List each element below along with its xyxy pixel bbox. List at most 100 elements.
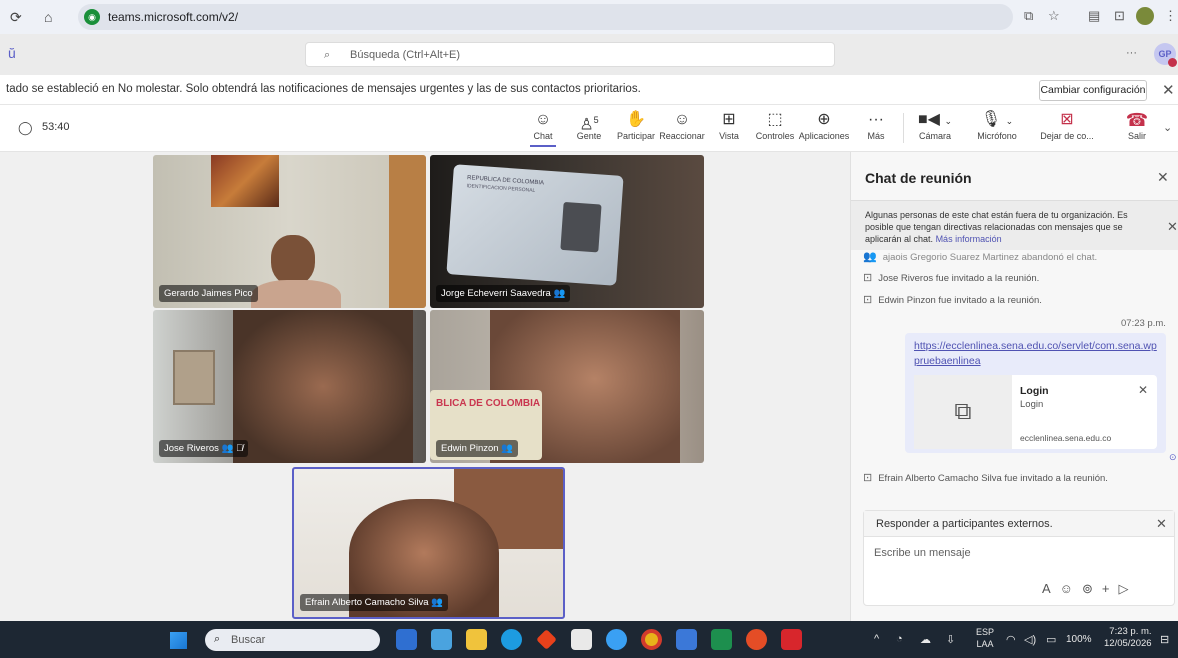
dismiss-warning-icon[interactable]: ✕ [1167,219,1178,235]
cloud-icon[interactable]: ☁ [920,633,931,646]
compose-box: Responder a participantes externos. ✕ Es… [863,510,1175,606]
more-icon: ··· [868,111,884,128]
message-time: 07:23 p.m. [1121,318,1166,329]
banner-text: tado se estableció en No molestar. Solo … [6,83,641,95]
apps-button[interactable]: ⊕ Aplicaciones [796,109,852,141]
acrobat-icon[interactable] [781,629,802,650]
people-icon: ♙5 [579,115,599,134]
usb-icon[interactable]: ⇩ [946,633,955,646]
video-stage: Gerardo Jaimes Pico REPUBLICA DE COLOMBI… [0,152,850,621]
clock[interactable]: 7:23 p. m. 12/05/2026 [1104,626,1152,650]
person-head [271,235,315,285]
volume-icon[interactable]: ◁) [1024,633,1036,646]
browser-bar: ⟳ ⌂ ◉ teams.microsoft.com/v2/ ⧉ ☆ ▤ ⊡ ⋮ [0,0,1178,34]
app-icon[interactable] [571,629,592,650]
video-tile-active-speaker[interactable]: Efrain Alberto Camacho Silva 👥 [292,467,565,619]
home-icon[interactable]: ⌂ [44,9,52,25]
video-tile[interactable]: REPUBLICA DE COLOMBIA IDENTIFICACION PER… [430,155,704,308]
stop-sharing-button[interactable]: ⊠ Dejar de co... [1036,109,1098,141]
search-input[interactable]: ⌕ Búsqueda (Ctrl+Alt+E) [305,42,835,67]
extensions-icon[interactable]: ⊡ [1114,8,1125,24]
controls-button[interactable]: ⬚ Controles [754,109,796,141]
leave-button[interactable]: ☎ Salir [1120,109,1154,141]
people-button[interactable]: ♙5 Gente [572,109,606,141]
app-icon[interactable] [396,629,417,650]
emoji-icon[interactable]: ☺ [1060,581,1082,596]
sent-status-icon: ⊙ [1169,452,1177,462]
notifications-icon[interactable]: ⊟ [1160,633,1169,646]
battery-icon[interactable]: ▭ [1046,633,1056,646]
leave-options-chevron-icon[interactable]: ⌄ [1163,121,1172,134]
windows-taskbar: ⌕ Buscar ^ ◔ ☁ ⇩ ESP LAA ◠ ◁) ▭ 100% 7:23… [0,621,1178,658]
chat-event: ⊡ Edwin Pinzon fue invitado a la reunión. [863,294,1042,306]
react-button[interactable]: ☺ Reaccionar [658,109,706,141]
camera-icon: ■◀ ⌄ [918,111,952,128]
app-icon[interactable] [676,629,697,650]
attach-plus-icon[interactable]: + [1102,581,1119,596]
user-left-icon: 👥 [863,251,877,263]
microphone-button[interactable]: 🎙 ⌄ Micrófono [972,109,1022,141]
id-card-banner: BLICA DE COLOMBIA [436,398,541,409]
notification-banner: tado se estableció en No molestar. Solo … [0,75,1178,105]
stop-share-icon: ⊠ [1060,111,1074,128]
message-input[interactable]: Escribe un mensaje [874,547,971,559]
install-app-icon[interactable]: ⧉ [1024,8,1033,24]
chat-button[interactable]: ☺ Chat [530,109,556,147]
video-tile[interactable]: Gerardo Jaimes Pico [153,155,426,308]
wifi-icon[interactable]: ◠ [1006,633,1016,646]
windows-start-icon[interactable] [170,632,187,649]
format-icon[interactable]: A [1042,581,1060,596]
close-chat-icon[interactable]: ✕ [1157,169,1169,186]
external-user-icon: 👥 [221,443,234,454]
close-preview-icon[interactable]: ✕ [1138,383,1148,397]
message-link[interactable]: https://ecclenlinea.sena.edu.co/servlet/… [914,339,1159,369]
more-button[interactable]: ··· Más [864,109,888,141]
warning-text: Algunas personas de este chat están fuer… [865,210,1128,244]
app-icon[interactable] [606,629,627,650]
view-button[interactable]: ⊞ Vista [716,109,742,141]
camera-button[interactable]: ■◀ ⌄ Cámara [914,109,956,141]
link-preview-icon: ⧉ [914,375,1012,449]
bookmark-star-icon[interactable]: ☆ [1048,8,1060,24]
edge-icon[interactable] [501,629,522,650]
browser-menu-icon[interactable]: ⋮ [1164,8,1177,24]
battery-percent: 100% [1066,634,1092,645]
chat-icon: ☺ [534,111,552,128]
reading-list-icon[interactable]: ▤ [1088,8,1100,24]
external-user-icon: 👥 [553,288,566,299]
chat-event: ⊡ Efrain Alberto Camacho Silva fue invita… [863,472,1108,484]
profile-avatar[interactable] [1136,7,1154,25]
reload-icon[interactable]: ⟳ [10,9,22,26]
participant-name: Jose Riveros 👥 🎙̸ [159,440,249,457]
more-info-link[interactable]: Más información [936,234,1002,244]
close-icon[interactable]: ✕ [1162,81,1175,99]
tray-app-icon[interactable]: ◔ [896,633,903,645]
address-bar[interactable]: ◉ teams.microsoft.com/v2/ [78,4,1013,30]
excel-icon[interactable] [711,629,732,650]
app-icon[interactable] [746,629,767,650]
app-icon[interactable] [536,629,557,650]
file-explorer-icon[interactable] [466,629,487,650]
search-icon: ⌕ [214,633,221,645]
video-tile[interactable]: BLICA DE COLOMBIA Edwin Pinzon 👥 [430,310,704,463]
link-preview-card[interactable]: ⧉ Login Login ecclenlinea.sena.edu.co ✕ [914,375,1157,449]
video-tile[interactable]: Jose Riveros 👥 🎙̸ [153,310,426,463]
invite-icon: ⊡ [863,272,873,284]
send-icon[interactable]: ▷ [1118,581,1137,596]
person-face [233,310,413,463]
change-settings-button[interactable]: Cambiar configuración [1039,80,1147,101]
chat-title: Chat de reunión [865,170,972,186]
language-indicator[interactable]: ESP LAA [976,626,994,650]
more-options-icon[interactable]: ··· [1126,47,1137,59]
teams-header: ŭ ⌕ Búsqueda (Ctrl+Alt+E) ··· GP [0,34,1178,75]
participant-name: Efrain Alberto Camacho Silva 👥 [300,594,449,611]
app-icon[interactable] [431,629,452,650]
meeting-chat-panel: Chat de reunión ✕ Algunas personas de es… [850,152,1178,621]
close-reply-icon[interactable]: ✕ [1156,516,1167,532]
raise-hand-button[interactable]: ✋ Participar [614,109,658,141]
taskbar-search[interactable]: ⌕ Buscar [205,629,380,651]
loop-icon[interactable]: ⊚ [1082,581,1102,596]
tray-chevron-icon[interactable]: ^ [874,633,879,645]
teams-logo-icon: ŭ [8,45,16,61]
chrome-icon[interactable] [641,629,662,650]
